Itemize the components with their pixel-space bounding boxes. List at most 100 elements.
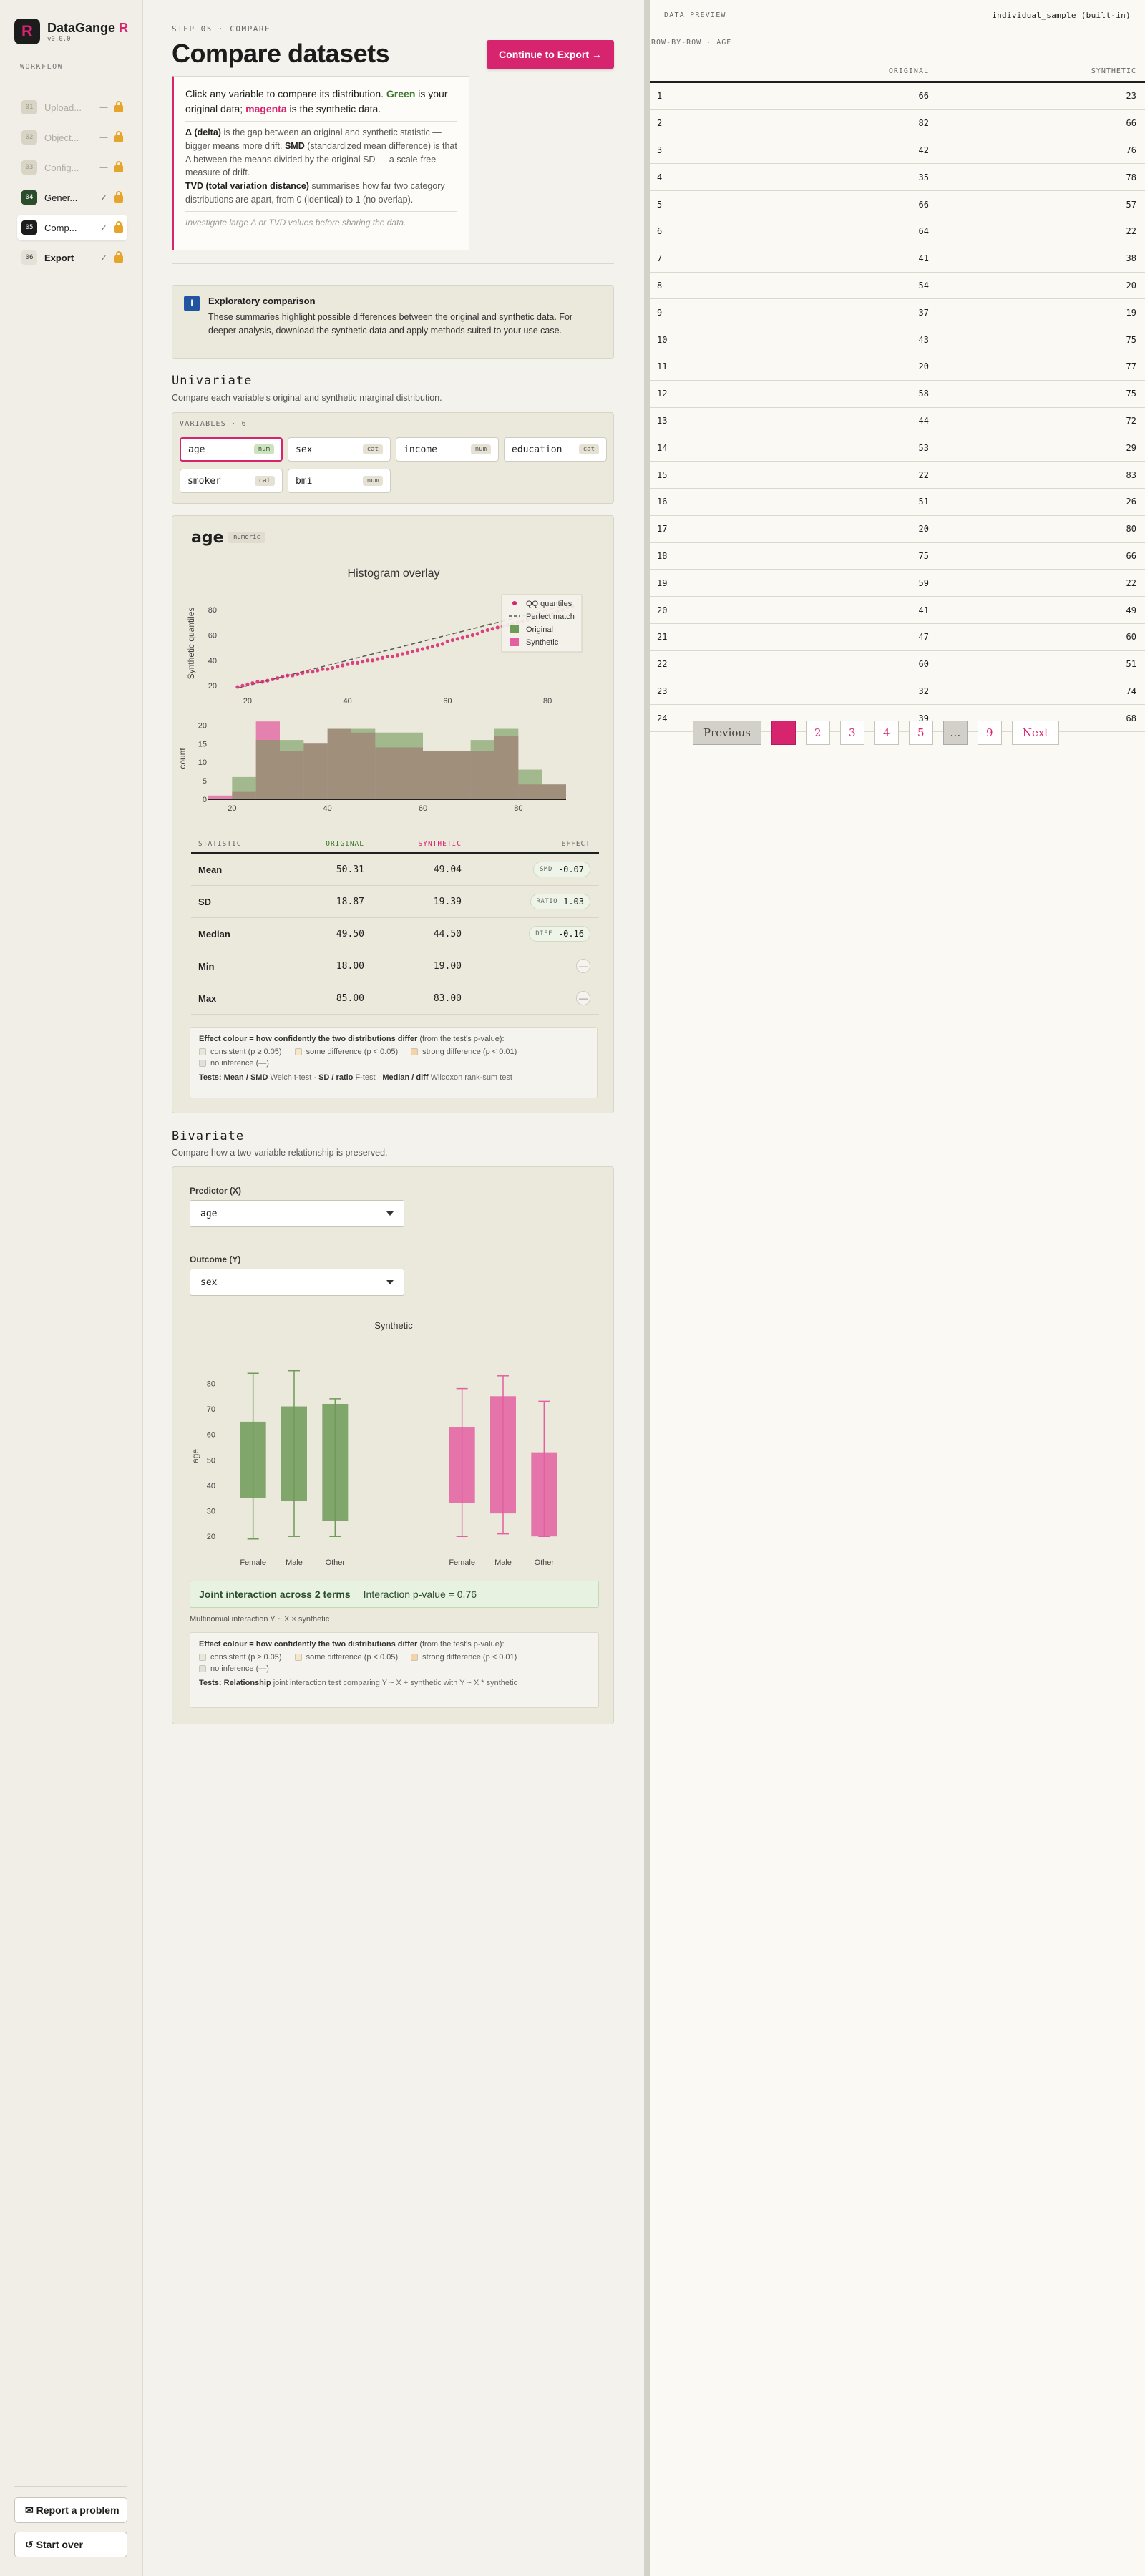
previous-page-button[interactable]: Previous bbox=[693, 721, 761, 745]
row-index: 7 bbox=[657, 253, 663, 264]
workflow-step: 03 Config... — bbox=[17, 155, 127, 180]
qq-point bbox=[480, 629, 484, 633]
hist-y-label: count bbox=[177, 748, 187, 769]
stat-synthetic: 19.39 bbox=[433, 896, 462, 907]
variable-picker: VARIABLES · 6 age num sex cat income num educa… bbox=[172, 412, 614, 504]
hist-y-tick: 15 bbox=[198, 740, 207, 748]
variable-type-tag: num bbox=[253, 444, 274, 454]
data-preview-panel: DATA PREVIEW individual_sample (built-in… bbox=[644, 0, 1145, 2576]
preview-row: 15 22 83 bbox=[650, 462, 1145, 489]
preview-table-header: ORIGINAL SYNTHETIC bbox=[650, 62, 1145, 83]
qq-point bbox=[445, 639, 449, 643]
box-category-label: Female bbox=[449, 1558, 475, 1567]
qq-y-tick: 60 bbox=[208, 632, 217, 640]
original-value: 82 bbox=[918, 118, 929, 129]
box-iqr bbox=[322, 1403, 349, 1521]
qq-x-tick: 60 bbox=[443, 697, 452, 706]
qq-legend: QQ quantiles Perfect match Original Synthet… bbox=[501, 594, 583, 653]
workflow-step[interactable]: 04 Gener... ✓ bbox=[17, 185, 127, 210]
info-icon: i bbox=[184, 296, 200, 311]
step-number: 01 bbox=[21, 100, 37, 114]
legend-swatch bbox=[411, 1654, 419, 1661]
hist-bar-original bbox=[399, 732, 423, 799]
legend-title: Effect colour = how confidently the two … bbox=[199, 1640, 505, 1649]
original-value: 35 bbox=[918, 172, 929, 182]
variable-name: age bbox=[191, 529, 224, 547]
row-index: 12 bbox=[657, 389, 668, 399]
page-button[interactable]: 3 bbox=[839, 721, 864, 745]
preview-row: 18 75 66 bbox=[650, 543, 1145, 570]
qq-point bbox=[245, 682, 250, 687]
lock-icon bbox=[114, 220, 123, 233]
variable-chip-income[interactable]: income num bbox=[396, 437, 499, 462]
next-page-button[interactable]: Next bbox=[1011, 721, 1060, 745]
effect-key: DIFF bbox=[535, 930, 552, 937]
preview-row: 9 37 19 bbox=[650, 299, 1145, 327]
row-index: 16 bbox=[657, 497, 668, 507]
qq-y-label: Synthetic quantiles bbox=[186, 608, 196, 680]
original-value: 41 bbox=[918, 253, 929, 264]
app-name: DataGange R bbox=[47, 20, 129, 35]
original-value: 64 bbox=[918, 226, 929, 237]
synthetic-value: 23 bbox=[1126, 91, 1136, 102]
start-over-button[interactable]: ↺ Start over bbox=[14, 2532, 127, 2557]
qq-point bbox=[346, 662, 350, 666]
continue-to-export-button[interactable]: Continue to Export → bbox=[487, 40, 614, 69]
hist-bar-original bbox=[447, 751, 471, 799]
app-version: v0.0.0 bbox=[47, 35, 71, 43]
step-label: Export bbox=[44, 252, 74, 263]
effect-pill: SMD -0.07 bbox=[533, 862, 590, 877]
page-button[interactable]: 2 bbox=[805, 721, 830, 745]
hist-bar-original bbox=[494, 728, 519, 799]
legend-label: consistent (p ≥ 0.05) bbox=[210, 1048, 282, 1056]
legend-item: no inference (—) bbox=[199, 1664, 269, 1673]
hist-bar-original bbox=[423, 751, 447, 799]
row-index: 21 bbox=[657, 632, 668, 643]
qq-point bbox=[361, 660, 365, 664]
report-problem-button[interactable]: ✉ Report a problem bbox=[14, 2497, 127, 2523]
intro-callout: Click any variable to compare its distri… bbox=[172, 76, 469, 250]
workflow-step[interactable]: 06 Export ✓ bbox=[17, 245, 127, 270]
page-button[interactable]: 9 bbox=[977, 721, 1002, 745]
legend-label: strong difference (p < 0.01) bbox=[422, 1048, 517, 1056]
tests-note: Tests: Relationship joint interaction te… bbox=[199, 1679, 518, 1687]
page-button[interactable]: 4 bbox=[874, 721, 899, 745]
original-value: 51 bbox=[918, 497, 929, 507]
legend-swatch bbox=[199, 1654, 206, 1661]
qq-point bbox=[435, 643, 440, 648]
row-index: 1 bbox=[657, 91, 663, 102]
hist-y-tick: 20 bbox=[198, 721, 207, 730]
univariate-subtitle: Compare each variable's original and syn… bbox=[172, 393, 442, 403]
stat-synthetic: 83.00 bbox=[433, 992, 462, 1004]
synthetic-value: 22 bbox=[1126, 226, 1136, 237]
outcome-select[interactable]: sex bbox=[190, 1269, 404, 1296]
original-value: 66 bbox=[918, 91, 929, 102]
preview-row: 3 42 76 bbox=[650, 137, 1145, 165]
qq-legend-label: Perfect match bbox=[526, 613, 575, 621]
synthetic-value: 60 bbox=[1126, 632, 1136, 643]
page-button[interactable]: 1 bbox=[771, 721, 796, 745]
step-label: Comp... bbox=[44, 222, 77, 233]
hist-x-tick: 20 bbox=[228, 804, 236, 813]
workflow-step[interactable]: 05 Comp... ✓ bbox=[17, 215, 127, 240]
effect-none: — bbox=[576, 959, 590, 973]
qq-point bbox=[281, 675, 285, 679]
variable-chip-bmi[interactable]: bmi num bbox=[288, 469, 391, 493]
qq-point bbox=[336, 665, 340, 669]
variable-chip-education[interactable]: education cat bbox=[504, 437, 607, 462]
page-button[interactable]: 5 bbox=[908, 721, 933, 745]
synthetic-value: 75 bbox=[1126, 334, 1136, 345]
row-index: 23 bbox=[657, 686, 668, 696]
stat-synthetic: 49.04 bbox=[433, 864, 462, 875]
variable-chip-smoker[interactable]: smoker cat bbox=[180, 469, 283, 493]
row-index: 10 bbox=[657, 334, 668, 345]
variable-chip-sex[interactable]: sex cat bbox=[288, 437, 391, 462]
qq-point bbox=[460, 635, 464, 640]
synthetic-value: 26 bbox=[1126, 497, 1136, 507]
stat-synthetic: 19.00 bbox=[433, 960, 462, 972]
variable-chip-age[interactable]: age num bbox=[180, 437, 283, 462]
synthetic-value: 66 bbox=[1126, 118, 1136, 129]
brand[interactable]: R DataGange R v0.0.0 bbox=[14, 19, 128, 44]
qq-point bbox=[470, 633, 474, 638]
predictor-select[interactable]: age bbox=[190, 1200, 404, 1227]
